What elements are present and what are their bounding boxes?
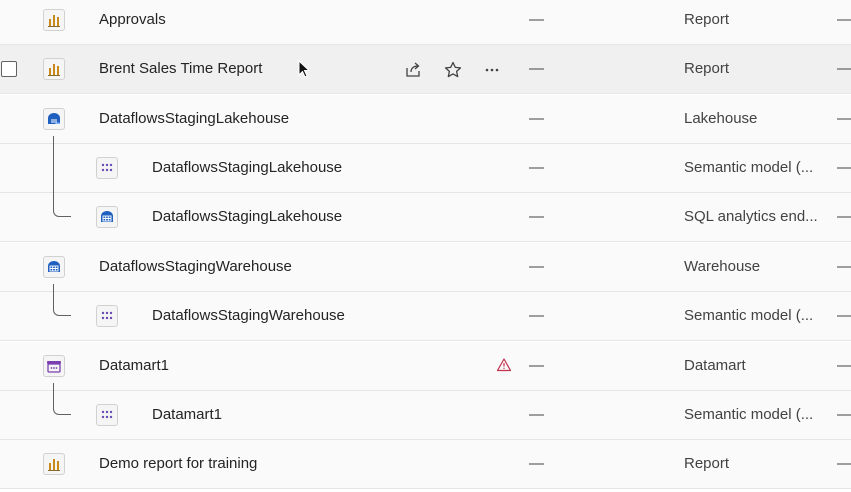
share-icon [406,62,420,77]
warning-icon[interactable] [496,357,512,373]
semantic-model-icon [96,404,118,426]
item-column-value: — [529,11,544,28]
report-icon [43,58,65,80]
semantic-model-icon [96,157,118,179]
item-column-value: — [837,60,851,77]
item-name[interactable]: DataflowsStagingLakehouse [152,208,342,225]
item-name[interactable]: DataflowsStagingWarehouse [152,307,345,324]
item-type: Semantic model (... [684,307,814,324]
share-button[interactable] [401,58,425,82]
tree-connector [53,383,71,415]
semantic-model-icon [96,305,118,327]
item-type: Semantic model (... [684,159,814,176]
favorite-button[interactable] [441,58,465,82]
item-name[interactable]: DataflowsStagingWarehouse [99,258,292,275]
item-column-value: — [837,258,851,275]
report-icon [43,453,65,475]
item-type: Lakehouse [684,110,758,127]
list-item[interactable]: DataflowsStagingLakehouse — Semantic mod… [0,136,851,193]
item-column-value: — [529,258,544,275]
item-type: Report [684,11,730,28]
warehouse-icon [43,256,65,278]
item-name[interactable]: Demo report for training [99,455,257,472]
item-type: SQL analytics end... [684,208,818,225]
list-item[interactable]: DataflowsStagingLakehouse — SQL analytic… [0,185,851,242]
row-select-checkbox[interactable] [1,61,17,77]
list-item[interactable]: DataflowsStagingWarehouse — Semantic mod… [0,284,851,341]
sql-analytics-endpoint-icon [96,206,118,228]
item-column-value: — [529,357,544,374]
datamart-icon [43,355,65,377]
more-options-icon [485,68,499,72]
lakehouse-icon [43,108,65,130]
item-name[interactable]: DataflowsStagingLakehouse [99,110,289,127]
workspace-item-list: Approvals — Report — Brent Sales Time Re… [0,0,851,492]
item-name[interactable]: Datamart1 [99,357,169,374]
item-column-value: — [837,208,851,225]
item-name[interactable]: DataflowsStagingLakehouse [152,159,342,176]
item-name[interactable]: Datamart1 [152,406,222,423]
item-type: Semantic model (... [684,406,814,423]
tree-connector [53,284,71,316]
list-item[interactable]: Datamart1 — Datamart — [0,342,851,391]
item-column-value: — [837,110,851,127]
item-column-value: — [529,159,544,176]
item-column-value: — [837,307,851,324]
item-name[interactable]: Approvals [99,11,166,28]
list-item[interactable]: Datamart1 — Semantic model (... — [0,383,851,440]
item-type: Report [684,60,730,77]
list-item[interactable]: DataflowsStagingLakehouse — Lakehouse — [0,95,851,144]
more-options-button[interactable] [480,58,504,82]
item-column-value: — [837,357,851,374]
list-item[interactable]: DataflowsStagingWarehouse — Warehouse — [0,243,851,292]
star-icon [444,61,462,78]
item-column-value: — [837,406,851,423]
item-column-value: — [529,208,544,225]
item-column-value: — [529,110,544,127]
item-column-value: — [529,60,544,77]
list-item[interactable]: Approvals — Report — [0,0,851,45]
list-item[interactable]: Brent Sales Time Report — Report — [0,45,851,94]
report-icon [43,9,65,31]
item-type: Warehouse [684,258,761,275]
item-column-value: — [529,406,544,423]
item-name[interactable]: Brent Sales Time Report [99,60,262,77]
list-item[interactable]: Demo report for training — Report — [0,440,851,489]
tree-connector [53,185,71,217]
item-column-value: — [837,455,851,472]
item-column-value: — [837,159,851,176]
item-type: Report [684,455,730,472]
mouse-cursor-icon [298,60,311,78]
item-type: Datamart [684,357,746,374]
item-column-value: — [837,11,851,28]
item-column-value: — [529,307,544,324]
item-column-value: — [529,455,544,472]
